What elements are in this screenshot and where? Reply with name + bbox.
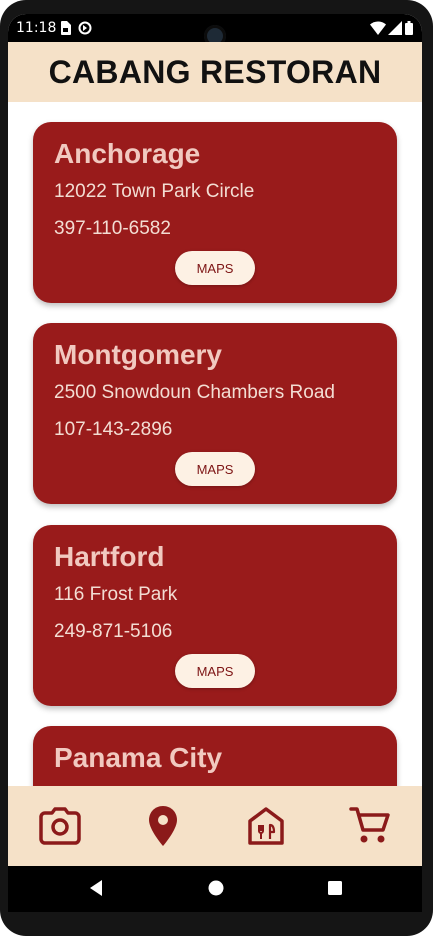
nav-location[interactable]	[141, 804, 185, 848]
system-navigation-bar	[8, 866, 422, 912]
back-icon[interactable]	[88, 878, 104, 903]
branch-card: Panama City	[33, 726, 397, 786]
branch-address: 12022 Town Park Circle	[54, 181, 255, 202]
branch-card: Montgomery 2500 Snowdoun Chambers Road 1…	[33, 323, 397, 504]
branch-phone: 397-110-6582	[54, 218, 171, 239]
recents-icon[interactable]	[327, 878, 343, 903]
branch-name: Panama City	[54, 742, 223, 773]
nav-cart[interactable]	[348, 804, 392, 848]
branch-name: Hartford	[54, 541, 165, 572]
status-bar: 11:18	[8, 14, 422, 47]
branch-name: Montgomery	[54, 339, 222, 370]
branch-name: Anchorage	[54, 138, 201, 169]
data-saver-icon	[78, 21, 92, 40]
nav-camera[interactable]	[38, 804, 82, 848]
app-header: CABANG RESTORAN	[8, 42, 422, 102]
status-time: 11:18	[16, 20, 57, 36]
nav-restaurant[interactable]	[244, 804, 288, 848]
branch-address: 116 Frost Park	[54, 584, 178, 605]
maps-button[interactable]: MAPS	[175, 654, 255, 688]
bottom-navigation	[8, 786, 422, 866]
signal-icon	[388, 21, 402, 40]
page-title: CABANG RESTORAN	[48, 54, 382, 90]
branch-card: Hartford 116 Frost Park 249-871-5106 MAP…	[33, 525, 397, 706]
maps-button[interactable]: MAPS	[175, 251, 255, 285]
branch-card: Anchorage 12022 Town Park Circle 397-110…	[33, 122, 397, 303]
cart-icon	[349, 807, 390, 843]
camera-icon	[39, 807, 81, 845]
maps-button[interactable]: MAPS	[175, 452, 255, 486]
branch-address: 2500 Snowdoun Chambers Road	[54, 382, 335, 403]
app-screen: 11:18 CABANG RESTORAN Anchorage 12022 To…	[8, 14, 422, 912]
location-pin-icon	[149, 806, 177, 846]
branch-phone: 249-871-5106	[54, 621, 173, 642]
restaurant-icon	[248, 807, 284, 845]
branch-list[interactable]: Anchorage 12022 Town Park Circle 397-110…	[8, 102, 422, 786]
wifi-icon	[370, 21, 386, 40]
phone-frame: 11:18 CABANG RESTORAN Anchorage 12022 To…	[0, 0, 433, 936]
battery-icon	[405, 21, 413, 40]
branch-phone: 107-143-2896	[54, 419, 173, 440]
sim-card-icon	[60, 21, 71, 40]
home-icon[interactable]	[207, 878, 225, 903]
